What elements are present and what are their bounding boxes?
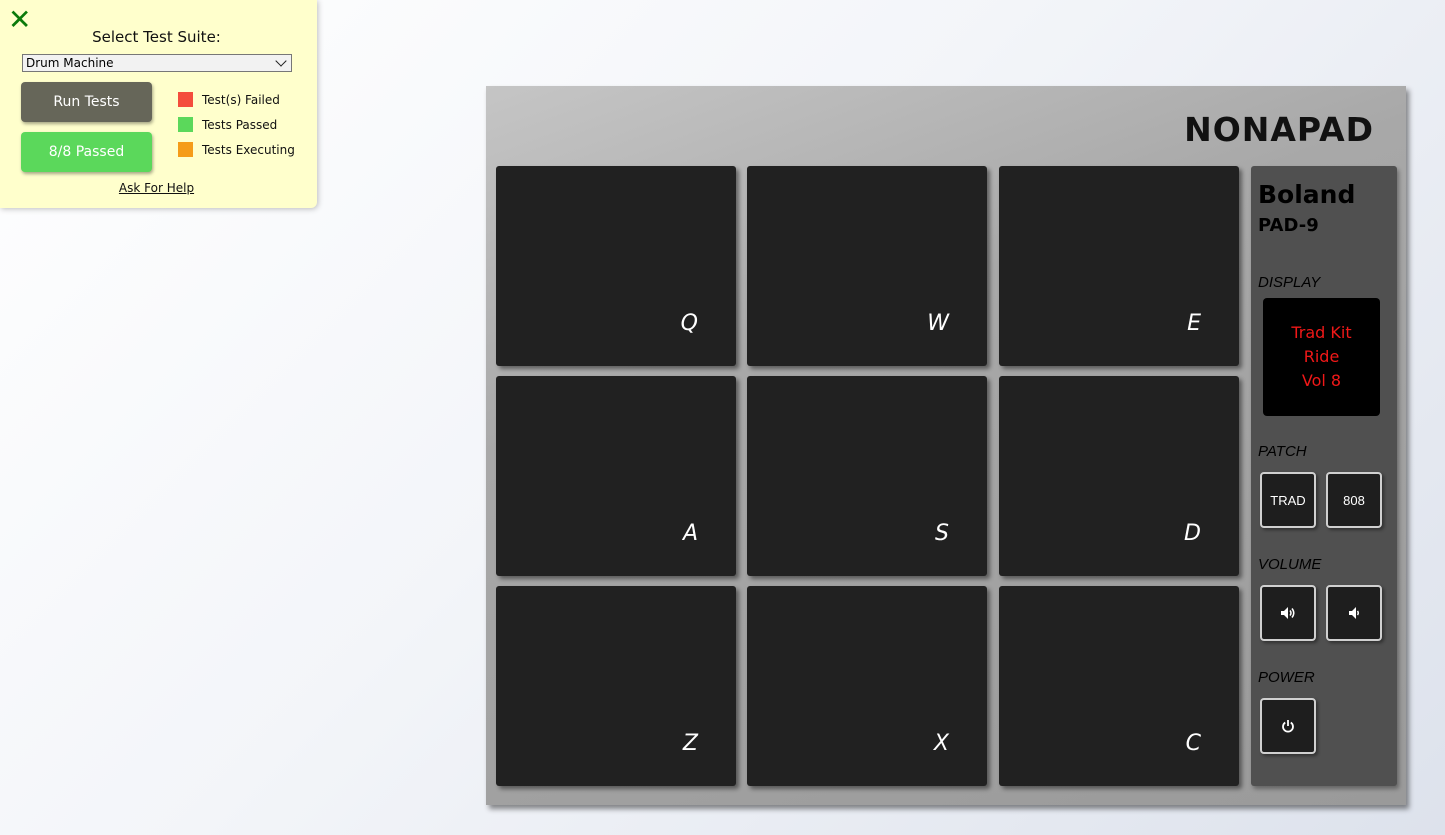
drum-pad-z[interactable]: Z — [496, 586, 736, 786]
ask-for-help-link[interactable]: Ask For Help — [0, 181, 313, 195]
volume-label: VOLUME — [1258, 556, 1322, 573]
run-tests-button[interactable]: Run Tests — [21, 82, 152, 122]
machine-title: NONAPAD — [1184, 110, 1374, 149]
pad-key-label: S — [935, 521, 949, 546]
legend-failed: Test(s) Failed — [178, 92, 280, 107]
test-suite-select[interactable]: Drum Machine — [22, 54, 292, 72]
patch-trad-button[interactable]: TRAD — [1260, 472, 1316, 528]
executing-swatch — [178, 142, 193, 157]
pad-key-label: X — [933, 731, 949, 756]
legend-passed-label: Tests Passed — [202, 117, 278, 132]
volume-down-button[interactable] — [1326, 585, 1382, 641]
drum-pad-c[interactable]: C — [999, 586, 1239, 786]
display-line-sound: Ride — [1303, 347, 1340, 366]
pad-key-label: C — [1185, 731, 1201, 756]
volume-up-icon — [1281, 607, 1295, 619]
patch-808-button[interactable]: 808 — [1326, 472, 1382, 528]
drum-pad-q[interactable]: Q — [496, 166, 736, 366]
control-panel: Boland PAD-9 DISPLAY Trad Kit Ride Vol 8… — [1251, 166, 1397, 786]
drum-pad-a[interactable]: A — [496, 376, 736, 576]
pad-key-label: Z — [682, 731, 698, 756]
test-panel: ✕ Select Test Suite: Drum Machine Run Te… — [0, 0, 317, 208]
model-brand: Boland — [1258, 180, 1356, 209]
legend-executing: Tests Executing — [178, 142, 295, 157]
patch-label: PATCH — [1258, 443, 1307, 460]
pad-key-label: W — [927, 311, 949, 336]
power-label: POWER — [1258, 669, 1315, 686]
display-screen: Trad Kit Ride Vol 8 — [1263, 298, 1380, 416]
volume-up-button[interactable] — [1260, 585, 1316, 641]
legend-executing-label: Tests Executing — [202, 142, 295, 157]
passed-swatch — [178, 117, 193, 132]
drum-pad-d[interactable]: D — [999, 376, 1239, 576]
pad-key-label: D — [1184, 521, 1201, 546]
test-suite-selected-value: Drum Machine — [26, 56, 114, 70]
display-line-kit: Trad Kit — [1291, 323, 1352, 342]
pad-key-label: E — [1187, 311, 1201, 336]
power-icon — [1282, 720, 1294, 733]
model-name: PAD-9 — [1258, 215, 1319, 236]
drum-pad-x[interactable]: X — [747, 586, 987, 786]
display-label: DISPLAY — [1258, 274, 1321, 291]
drum-pad-e[interactable]: E — [999, 166, 1239, 366]
drum-pad-s[interactable]: S — [747, 376, 987, 576]
drum-machine: NONAPAD Q W E A S D Z X C Boland PAD-9 D… — [486, 86, 1406, 805]
power-button[interactable] — [1260, 698, 1316, 754]
failed-swatch — [178, 92, 193, 107]
drum-pad-w[interactable]: W — [747, 166, 987, 366]
display-line-volume: Vol 8 — [1301, 371, 1342, 390]
pad-key-label: Q — [680, 311, 698, 336]
test-results-button[interactable]: 8/8 Passed — [21, 132, 152, 172]
chevron-down-icon — [275, 55, 287, 67]
pad-key-label: A — [682, 521, 698, 546]
legend-passed: Tests Passed — [178, 117, 277, 132]
volume-down-icon — [1349, 607, 1359, 619]
legend-failed-label: Test(s) Failed — [202, 92, 280, 107]
select-suite-label: Select Test Suite: — [92, 28, 221, 46]
